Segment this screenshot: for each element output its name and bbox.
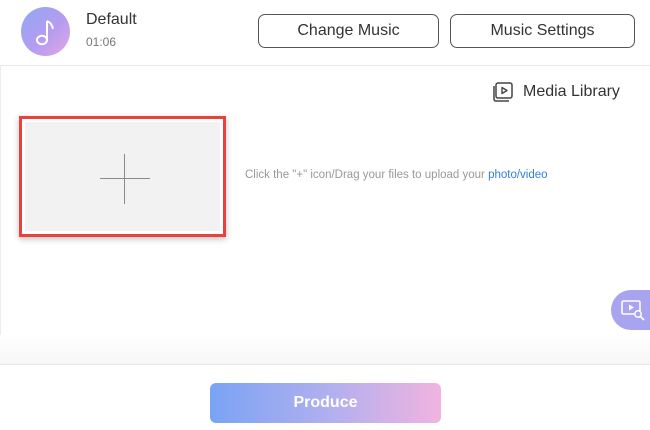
upload-hint: Click the "+" icon/Drag your files to up…: [245, 169, 548, 181]
music-note-glyph: [35, 19, 54, 45]
video-search-icon: [621, 300, 645, 321]
produce-button[interactable]: Produce: [210, 383, 441, 423]
upload-highlight-frame: [19, 116, 226, 237]
upload-dropzone[interactable]: [25, 122, 220, 231]
track-title: Default: [86, 11, 137, 28]
upload-hint-text: Click the "+" icon/Drag your files to up…: [245, 169, 489, 181]
media-library-link[interactable]: Media Library: [491, 80, 620, 104]
media-library-icon: [493, 82, 513, 102]
footer-bar: Produce: [0, 364, 650, 430]
side-tool-button[interactable]: [611, 290, 650, 330]
plus-icon[interactable]: [100, 154, 150, 204]
media-library-label: Media Library: [523, 83, 620, 100]
left-border: [0, 66, 1, 364]
music-settings-button[interactable]: Music Settings: [450, 14, 635, 48]
track-duration: 01:06: [86, 35, 117, 49]
footer-fade: [0, 335, 650, 365]
plus-horizontal-stroke: [100, 178, 150, 179]
change-music-button[interactable]: Change Music: [258, 14, 439, 48]
music-note-icon: [21, 7, 70, 56]
header-bar: Default 01:06 Change Music Music Setting…: [0, 0, 650, 66]
plus-vertical-stroke: [124, 154, 125, 204]
photo-video-link[interactable]: photo/video: [488, 169, 547, 181]
